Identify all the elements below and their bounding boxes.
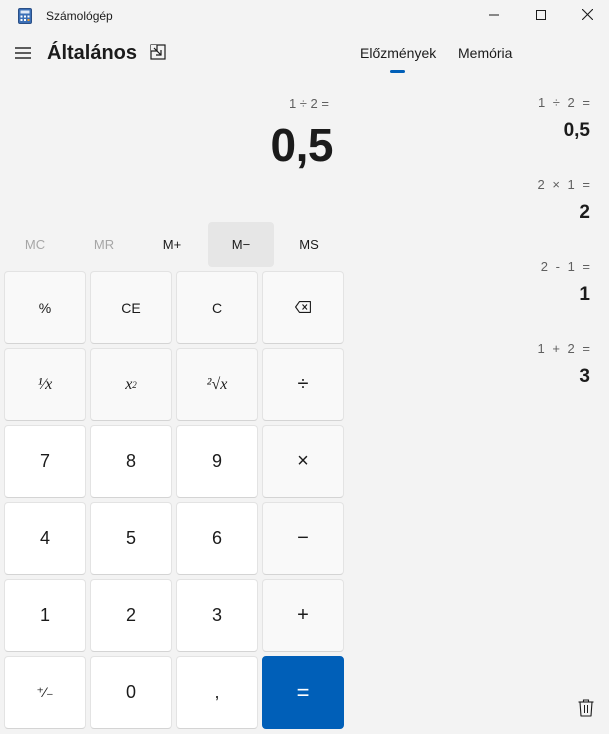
square-root-button[interactable]: ²√x [176, 348, 258, 421]
backspace-button[interactable] [262, 271, 344, 344]
divide-button[interactable]: ÷ [262, 348, 344, 421]
calculator-icon [18, 8, 32, 24]
square-exponent: 2 [132, 379, 137, 390]
navigation-menu-button[interactable] [8, 40, 38, 70]
decimal-button[interactable]: , [176, 656, 258, 729]
expression-display: 1 ÷ 2 = [288, 96, 329, 111]
digit-4-button[interactable]: 4 [4, 502, 86, 575]
keep-on-top-icon [150, 43, 166, 65]
digit-9-button[interactable]: 9 [176, 425, 258, 498]
memory-add-button[interactable]: M+ [139, 222, 205, 267]
window-title: Számológép [46, 9, 113, 23]
digit-2-button[interactable]: 2 [90, 579, 172, 652]
plus-button[interactable]: + [262, 579, 344, 652]
percent-button[interactable]: % [4, 271, 86, 344]
tab-selected-indicator [390, 70, 405, 73]
close-icon [581, 7, 593, 25]
memory-clear-button[interactable]: MC [2, 222, 68, 267]
memory-store-button[interactable]: MS [276, 222, 342, 267]
backspace-icon [295, 300, 311, 316]
maximize-button[interactable] [518, 0, 564, 32]
trash-icon [578, 698, 594, 722]
keep-on-top-button[interactable] [146, 42, 170, 66]
history-result[interactable]: 2 [579, 202, 590, 224]
digit-5-button[interactable]: 5 [90, 502, 172, 575]
digit-3-button[interactable]: 3 [176, 579, 258, 652]
title-bar: Számológép [0, 0, 609, 32]
digit-6-button[interactable]: 6 [176, 502, 258, 575]
close-button[interactable] [564, 0, 609, 32]
clear-entry-button[interactable]: CE [90, 271, 172, 344]
reciprocal-button[interactable]: ¹⁄x [4, 348, 86, 421]
square-button[interactable]: x2 [90, 348, 172, 421]
tab-memory[interactable]: Memória [458, 45, 512, 61]
minimize-icon [489, 7, 499, 25]
hamburger-icon [15, 46, 31, 64]
history-result[interactable]: 0,5 [564, 120, 590, 142]
tab-history[interactable]: Előzmények [360, 45, 436, 61]
digit-8-button[interactable]: 8 [90, 425, 172, 498]
equals-button[interactable]: = [262, 656, 344, 729]
maximize-icon [536, 7, 546, 25]
square-base: x [125, 375, 133, 393]
memory-recall-button[interactable]: MR [71, 222, 137, 267]
digit-7-button[interactable]: 7 [4, 425, 86, 498]
history-expression[interactable]: 2 × 1 = [538, 177, 590, 192]
minus-button[interactable]: − [262, 502, 344, 575]
minimize-button[interactable] [471, 0, 517, 32]
digit-1-button[interactable]: 1 [4, 579, 86, 652]
history-result[interactable]: 3 [579, 366, 590, 388]
mode-title: Általános [47, 42, 138, 64]
digit-0-button[interactable]: 0 [90, 656, 172, 729]
history-expression[interactable]: 1 ÷ 2 = [538, 95, 590, 110]
history-expression[interactable]: 1 + 2 = [538, 341, 590, 356]
multiply-button[interactable]: × [262, 425, 344, 498]
result-display: 0,5 [270, 119, 334, 171]
memory-subtract-button[interactable]: M− [208, 222, 274, 267]
clear-history-button[interactable] [576, 698, 596, 722]
negate-button[interactable]: ⁺⁄₋ [4, 656, 86, 729]
clear-button[interactable]: C [176, 271, 258, 344]
history-result[interactable]: 1 [579, 284, 590, 306]
history-expression[interactable]: 2 - 1 = [541, 259, 590, 274]
